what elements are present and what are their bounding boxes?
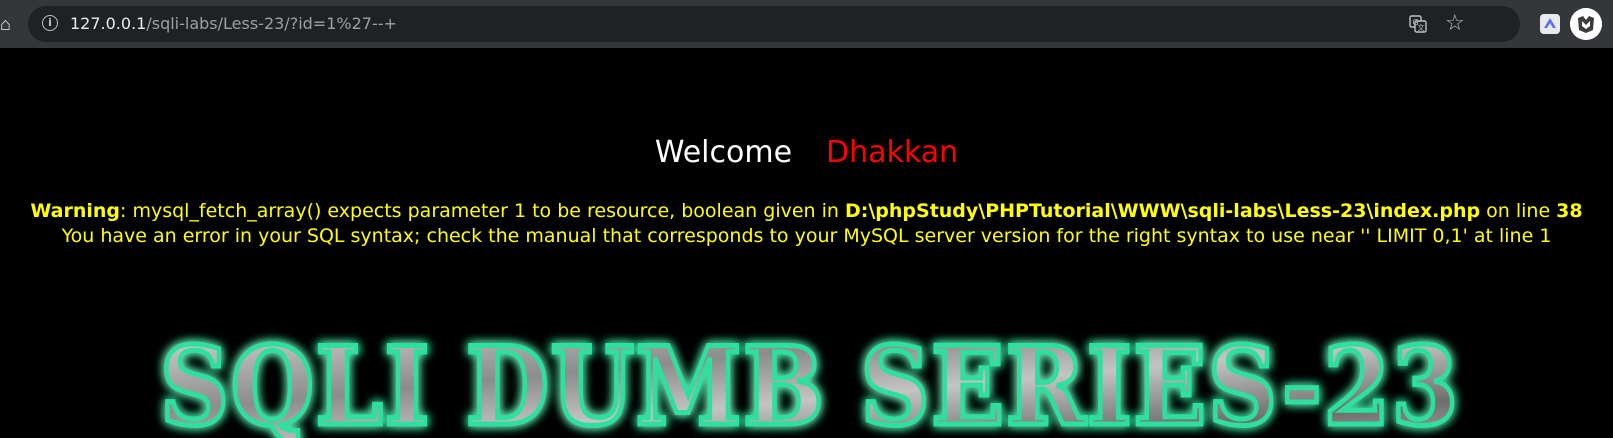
welcome-name: Dhakkan	[826, 135, 959, 170]
page-content: Welcome Dhakkan Warning: mysql_fetch_arra…	[0, 48, 1613, 438]
welcome-heading: Welcome Dhakkan	[0, 136, 1613, 170]
address-bar[interactable]: i 127.0.0.1/sqli-labs/Less-23/?id=1%27--…	[28, 6, 1520, 42]
banner-text: SQLI DUMB SERIES-23	[160, 328, 1460, 438]
sql-error-message: You have an error in your SQL syntax; ch…	[61, 225, 1552, 247]
url-text[interactable]: 127.0.0.1/sqli-labs/Less-23/?id=1%27--+	[70, 14, 397, 34]
browser-toolbar: ⌂ i 127.0.0.1/sqli-labs/Less-23/?id=1%27…	[0, 0, 1613, 48]
warning-label: Warning	[30, 200, 120, 222]
info-icon[interactable]: i	[42, 15, 58, 31]
url-host: 127.0.0.1	[70, 14, 147, 33]
php-warning: Warning: mysql_fetch_array() expects par…	[0, 199, 1613, 223]
warning-path: D:\phpStudy\PHPTutorial\WWW\sqli-labs\Le…	[844, 200, 1481, 222]
welcome-word: Welcome	[654, 135, 793, 170]
translate-icon[interactable]: G 文	[1409, 15, 1427, 33]
extension-icon[interactable]	[1540, 14, 1560, 34]
url-path: /sqli-labs/Less-23/?id=1%27--+	[146, 14, 397, 33]
home-icon[interactable]: ⌂	[0, 14, 14, 34]
warning-line-prefix: on line	[1480, 200, 1557, 222]
series-banner-image: SQLI DUMB SERIES-23	[158, 328, 1461, 438]
warning-line-number: 38	[1556, 200, 1583, 222]
profile-icon[interactable]	[1570, 8, 1602, 40]
svg-text:文: 文	[1418, 23, 1425, 32]
warning-text: : mysql_fetch_array() expects parameter …	[120, 200, 845, 222]
star-icon[interactable]: ☆	[1445, 11, 1465, 35]
